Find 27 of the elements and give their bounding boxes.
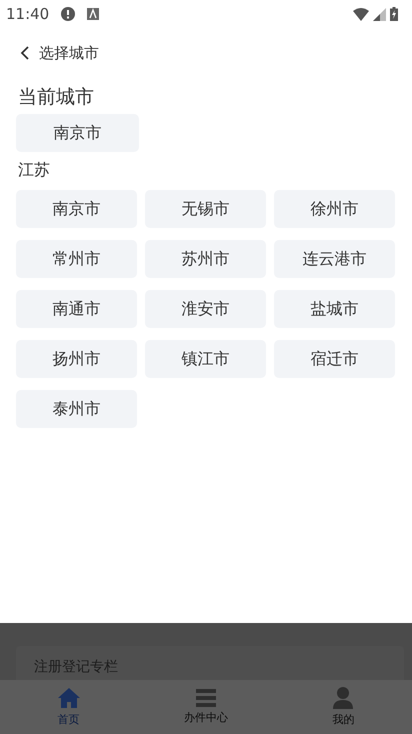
list-icon [196,689,216,707]
city-button[interactable]: 南通市 [16,290,137,328]
person-icon [333,687,354,709]
status-time: 11:40 [6,5,50,23]
city-button[interactable]: 常州市 [16,240,137,278]
city-button[interactable]: 南京市 [16,190,137,228]
city-button[interactable]: 连云港市 [274,240,395,278]
signal-icon [373,8,386,20]
wifi-icon [353,8,369,20]
page-title: 选择城市 [39,44,99,62]
city-button[interactable]: 镇江市 [145,340,266,378]
city-button[interactable]: 南京市 [16,114,139,152]
city-button[interactable]: 苏州市 [145,240,266,278]
city-button[interactable]: 盐城市 [274,290,395,328]
city-button[interactable]: 宿迁市 [274,340,395,378]
section-heading: 当前城市 [17,85,95,110]
home-icon [58,687,80,709]
city-button[interactable]: 扬州市 [16,340,137,378]
battery-icon [390,7,398,21]
city-button[interactable]: 无锡市 [145,190,266,228]
alert-icon [61,7,76,21]
keyboard-icon [87,8,100,20]
city-button[interactable]: 淮安市 [145,290,266,328]
back-icon[interactable] [20,46,29,60]
city-button[interactable]: 徐州市 [274,190,395,228]
section-heading: 江苏 [17,159,51,181]
city-button[interactable]: 泰州市 [16,390,137,428]
